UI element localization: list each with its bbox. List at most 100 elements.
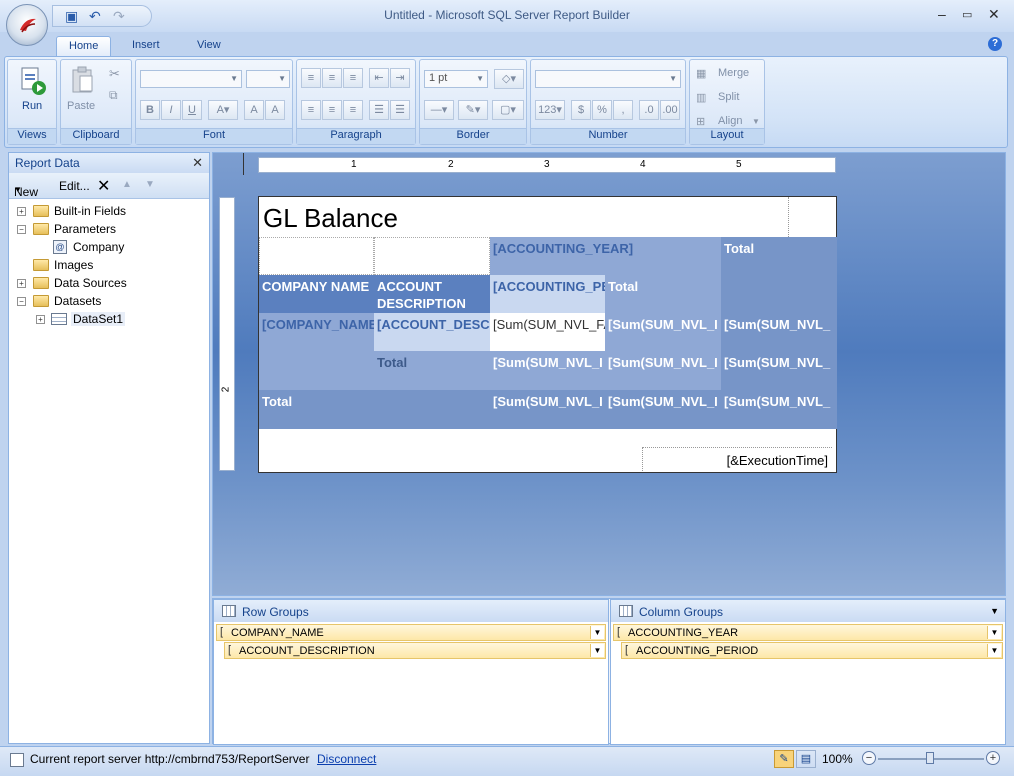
design-view-icon[interactable]: ✎: [774, 750, 794, 768]
dropdown-icon[interactable]: ▼: [590, 644, 604, 657]
company-name-value-cell[interactable]: [COMPANY_NAME: [259, 313, 374, 390]
italic-button[interactable]: I: [161, 100, 181, 120]
design-surface[interactable]: 1 2 3 4 5 2 GL Balance [ACCOUNTING_YEAR]…: [212, 152, 1006, 596]
expand-icon[interactable]: +: [17, 279, 26, 288]
tree-node-data-sources[interactable]: + Data Sources: [9, 275, 209, 293]
increase-indent-button[interactable]: ⇥: [390, 68, 410, 88]
tablix-corner-cell[interactable]: [259, 237, 374, 275]
report-title[interactable]: GL Balance: [263, 203, 398, 234]
sum-grand-row-cell[interactable]: [Sum(SUM_NVL_I: [490, 390, 605, 429]
accounting-period-cell[interactable]: [ACCOUNTING_PE: [490, 275, 605, 313]
execution-time-textbox[interactable]: [&ExecutionTime]: [642, 447, 832, 471]
delete-icon[interactable]: ✕: [97, 176, 110, 196]
total-column-header[interactable]: Total: [721, 237, 837, 275]
company-name-header[interactable]: COMPANY NAME: [259, 275, 374, 313]
font-size-combo[interactable]: ▼: [246, 70, 290, 88]
accounting-year-cell[interactable]: [ACCOUNTING_YEAR]: [490, 237, 721, 275]
close-icon[interactable]: ✕: [988, 6, 1000, 23]
sum-grand-total-cell[interactable]: [Sum(SUM_NVL_: [721, 313, 837, 351]
edit-button[interactable]: Edit...: [59, 179, 90, 193]
dropdown-icon[interactable]: ▼: [590, 626, 604, 639]
office-button[interactable]: [6, 4, 48, 46]
maximize-icon[interactable]: ▭: [962, 8, 972, 21]
dropdown-icon[interactable]: ▼: [987, 626, 1001, 639]
shrink-font-button[interactable]: A: [265, 100, 285, 120]
tree-node-built-in-fields[interactable]: + Built-in Fields: [9, 203, 209, 221]
dropdown-icon[interactable]: ▼: [987, 644, 1001, 657]
merge-button[interactable]: ▦ Merge: [696, 66, 760, 84]
border-color-button[interactable]: ✎▾: [458, 100, 488, 120]
sum-period-total-cell[interactable]: [Sum(SUM_NVL_I: [605, 313, 721, 351]
tablix[interactable]: [ACCOUNTING_YEAR] Total COMPANY NAME ACC…: [259, 237, 837, 429]
fill-color-button[interactable]: ◇▾: [494, 69, 524, 89]
tablix-corner-cell[interactable]: [374, 237, 490, 275]
zoom-out-icon[interactable]: −: [862, 751, 876, 765]
bullets-button[interactable]: ☰: [369, 100, 389, 120]
expand-icon[interactable]: +: [36, 315, 45, 324]
account-total-label[interactable]: Total: [374, 351, 490, 390]
total-column-subheader[interactable]: [721, 275, 837, 313]
row-group-account-description[interactable]: [ ACCOUNT_DESCRIPTION ▼: [224, 642, 606, 659]
sum-grand-row-period-cell[interactable]: [Sum(SUM_NVL_I: [605, 390, 721, 429]
numbering-button[interactable]: ☰: [390, 100, 410, 120]
pane-options-icon[interactable]: ▼: [990, 606, 999, 616]
align-left-button[interactable]: ≡: [301, 100, 321, 120]
bold-button[interactable]: B: [140, 100, 160, 120]
sum-grand-row-total-cell[interactable]: [Sum(SUM_NVL_: [721, 390, 837, 429]
tree-node-datasets[interactable]: − Datasets: [9, 293, 209, 311]
comma-button[interactable]: ,: [613, 100, 633, 120]
account-description-value-cell[interactable]: [ACCOUNT_DESCR: [374, 313, 490, 351]
decrease-indent-button[interactable]: ⇤: [369, 68, 389, 88]
collapse-icon[interactable]: −: [17, 297, 26, 306]
run-button[interactable]: Run: [16, 64, 50, 116]
tab-insert[interactable]: Insert: [120, 36, 172, 56]
zoom-slider-thumb[interactable]: [926, 752, 934, 764]
tree-node-images[interactable]: Images: [9, 257, 209, 275]
split-button[interactable]: ▥ Split: [696, 90, 760, 108]
underline-button[interactable]: U: [182, 100, 202, 120]
align-top-button[interactable]: ≡: [301, 68, 321, 88]
border-width-combo[interactable]: 1 pt ▼: [424, 70, 488, 88]
total-period-header[interactable]: Total: [605, 275, 721, 313]
row-group-company-name[interactable]: [ COMPANY_NAME ▼: [216, 624, 606, 641]
cut-icon[interactable]: ✂: [109, 66, 120, 82]
percent-button[interactable]: %: [592, 100, 612, 120]
expand-icon[interactable]: +: [17, 207, 26, 216]
minimize-icon[interactable]: –: [938, 6, 946, 22]
help-icon[interactable]: ?: [988, 37, 1002, 51]
preview-view-icon[interactable]: ▤: [796, 750, 816, 768]
align-bottom-button[interactable]: ≡: [343, 68, 363, 88]
move-down-icon[interactable]: ▼: [145, 179, 155, 190]
move-up-icon[interactable]: ▲: [122, 179, 132, 190]
increase-decimal-button[interactable]: .0: [639, 100, 659, 120]
grand-total-label[interactable]: Total: [259, 390, 374, 429]
report-body[interactable]: GL Balance [ACCOUNTING_YEAR] Total COMPA…: [258, 196, 837, 473]
collapse-icon[interactable]: −: [17, 225, 26, 234]
decrease-decimal-button[interactable]: .00: [660, 100, 680, 120]
align-center-button[interactable]: ≡: [322, 100, 342, 120]
column-group-accounting-year[interactable]: [ ACCOUNTING_YEAR ▼: [613, 624, 1003, 641]
number-format-combo[interactable]: ▼: [535, 70, 681, 88]
font-color-button[interactable]: A▾: [208, 100, 238, 120]
paste-button[interactable]: Paste: [65, 64, 101, 116]
tab-home[interactable]: Home: [56, 36, 112, 56]
zoom-in-icon[interactable]: +: [986, 751, 1000, 765]
close-panel-icon[interactable]: ✕: [192, 155, 203, 171]
sum-value-cell[interactable]: [Sum(SUM_NVL_FA: [490, 313, 605, 351]
font-name-combo[interactable]: ▼: [140, 70, 242, 88]
sum-account-total-cell[interactable]: [Sum(SUM_NVL_I: [490, 351, 605, 390]
copy-icon[interactable]: ⧉: [109, 88, 118, 103]
tree-node-company[interactable]: @ Company: [9, 239, 209, 257]
border-style-button[interactable]: —▾: [424, 100, 454, 120]
sum-account-grand-total-cell[interactable]: [Sum(SUM_NVL_: [721, 351, 837, 390]
placeholder-styles-button[interactable]: 123▾: [535, 100, 565, 120]
tree-node-dataset1[interactable]: + DataSet1: [9, 311, 209, 329]
align-middle-button[interactable]: ≡: [322, 68, 342, 88]
align-right-button[interactable]: ≡: [343, 100, 363, 120]
tab-view[interactable]: View: [185, 36, 233, 56]
grand-total-empty-cell[interactable]: [374, 390, 490, 429]
grow-font-button[interactable]: A: [244, 100, 264, 120]
currency-button[interactable]: $: [571, 100, 591, 120]
borders-button[interactable]: ▢▾: [492, 100, 524, 120]
sum-account-period-total-cell[interactable]: [Sum(SUM_NVL_I: [605, 351, 721, 390]
